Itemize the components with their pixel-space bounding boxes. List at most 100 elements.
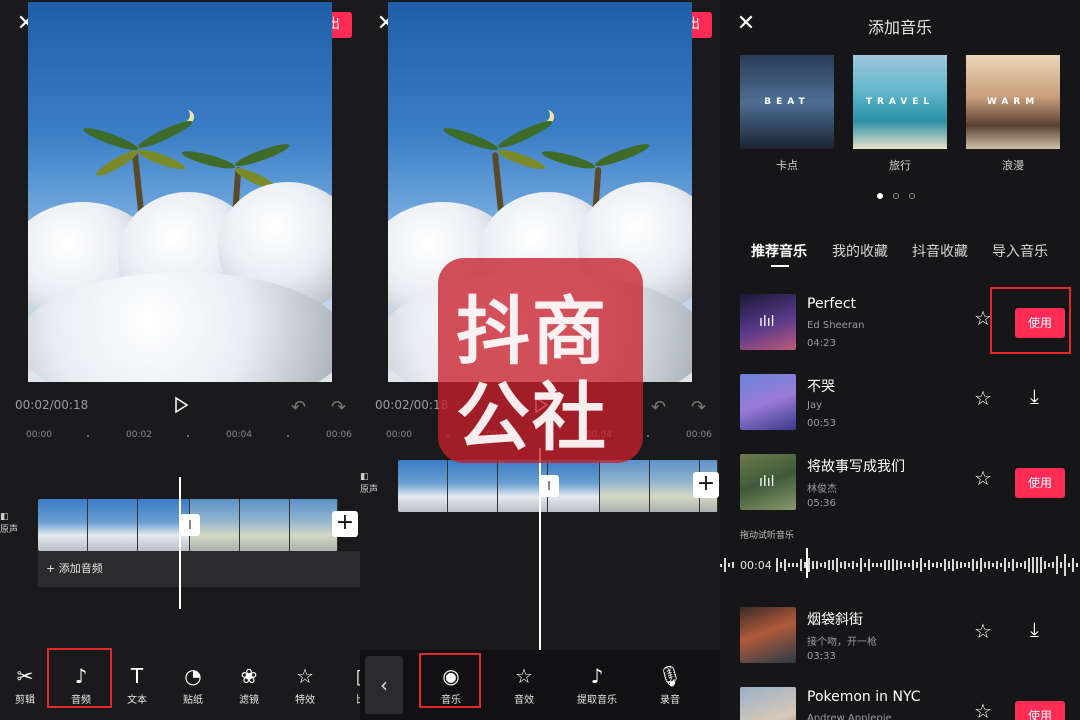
scissors-icon: ✂ bbox=[16, 664, 34, 688]
waveform-bar bbox=[876, 562, 878, 568]
tiktok-icon: ♪ bbox=[590, 664, 604, 688]
star-icon[interactable]: ☆ bbox=[974, 619, 992, 643]
audio-toolbar-item-1[interactable]: ☆ 音效 bbox=[501, 665, 547, 706]
waveform-bar bbox=[1048, 563, 1050, 567]
waveform-bar bbox=[1056, 556, 1058, 574]
waveform-cursor[interactable] bbox=[806, 548, 808, 578]
toolbar-item-1[interactable]: ♪ 音频 bbox=[58, 665, 104, 706]
toolbar-item-2[interactable]: T 文本 bbox=[114, 665, 160, 706]
use-button[interactable]: 使用 bbox=[1015, 701, 1065, 720]
download-icon[interactable]: ⤓ bbox=[1030, 617, 1039, 641]
audio-waveform[interactable] bbox=[720, 552, 1080, 578]
song-artist: 林俊杰 bbox=[807, 484, 837, 495]
equalizer-icon: ılıl bbox=[759, 474, 775, 490]
toolbar-item-4[interactable]: ❀ 滤镜 bbox=[226, 665, 272, 706]
audio-toolbar-item-2[interactable]: ♪ 提取音乐 bbox=[574, 665, 620, 706]
song-cover[interactable]: ılıl bbox=[740, 454, 796, 510]
category-travel[interactable]: TRAVEL 旅行 bbox=[853, 55, 947, 173]
waveform-bar bbox=[988, 561, 990, 569]
add-clip-button[interactable]: + bbox=[332, 511, 358, 537]
toolbar-item-6[interactable]: ▯比 bbox=[338, 665, 360, 706]
toolbar-item-0[interactable]: ✂ 剪辑 bbox=[2, 665, 48, 706]
timecode: 00:02/00:18 bbox=[15, 398, 89, 412]
waveform-bar bbox=[952, 558, 954, 572]
use-button[interactable]: 使用 bbox=[1015, 468, 1065, 498]
toolbar-label: 文本 bbox=[127, 695, 147, 706]
back-chevron-icon[interactable]: ‹ bbox=[365, 656, 403, 714]
waveform-bar bbox=[1004, 557, 1006, 573]
tab-import[interactable]: 导入音乐 bbox=[992, 241, 1048, 261]
song-cover[interactable]: ılıl bbox=[740, 294, 796, 350]
pager-dot[interactable] bbox=[893, 193, 899, 199]
toolbar-item-5[interactable]: ☆ 特效 bbox=[282, 665, 328, 706]
song-row[interactable]: 烟袋斜街 接个吻，开一枪 03:33 ☆ ⤓ bbox=[720, 603, 1080, 673]
toolbar-label: 音频 bbox=[71, 695, 91, 706]
waveform-bar bbox=[900, 561, 902, 569]
waveform-bar bbox=[960, 562, 962, 568]
waveform-bar bbox=[912, 559, 914, 571]
song-cover[interactable] bbox=[740, 687, 796, 720]
playhead[interactable] bbox=[179, 477, 181, 609]
waveform-bar bbox=[824, 561, 826, 569]
waveform-bar bbox=[840, 561, 842, 569]
song-cover[interactable] bbox=[740, 607, 796, 663]
clip-split-handle[interactable]: I bbox=[539, 475, 559, 497]
audio-toolbar-item-0[interactable]: ◉ 音乐 bbox=[428, 665, 474, 706]
waveform-bar bbox=[852, 561, 854, 569]
waveform-bar bbox=[860, 557, 862, 573]
audio-toolbar-item-3[interactable]: 🎙 录音 bbox=[647, 665, 693, 706]
tab-favorites[interactable]: 我的收藏 bbox=[832, 241, 888, 261]
waveform-bar bbox=[1032, 556, 1034, 574]
waveform-bar bbox=[904, 562, 906, 568]
pager-dot[interactable] bbox=[909, 193, 915, 199]
add-audio-track[interactable]: + 添加音频 bbox=[38, 551, 360, 587]
star-icon[interactable]: ☆ bbox=[974, 699, 992, 720]
waveform-bar bbox=[800, 558, 802, 572]
drag-hint: 拖动试听音乐 bbox=[740, 531, 795, 541]
waveform-bar bbox=[1064, 553, 1066, 577]
waveform-bar bbox=[920, 557, 922, 573]
playhead[interactable] bbox=[539, 448, 541, 650]
waveform-bar bbox=[924, 563, 926, 567]
undo-icon[interactable]: ↶ bbox=[651, 397, 666, 418]
effects-icon: ☆ bbox=[296, 664, 314, 688]
download-icon[interactable]: ⤓ bbox=[1030, 384, 1039, 408]
add-clip-button[interactable]: + bbox=[693, 472, 719, 498]
waveform-bar bbox=[964, 562, 966, 568]
category-beat[interactable]: BEAT 卡点 bbox=[740, 55, 834, 173]
tab-recommended[interactable]: 推荐音乐 bbox=[751, 241, 807, 261]
toolbar-label: 音乐 bbox=[441, 695, 461, 706]
waveform-bar bbox=[896, 559, 898, 571]
redo-icon[interactable]: ↷ bbox=[331, 397, 346, 418]
pager-dot[interactable] bbox=[877, 193, 883, 199]
star-icon[interactable]: ☆ bbox=[974, 386, 992, 410]
undo-icon[interactable]: ↶ bbox=[291, 397, 306, 418]
ruler-tick: 00:06 bbox=[326, 430, 352, 440]
song-row[interactable]: Pokemon in NYC Andrew Applepie ☆ 使用 bbox=[720, 683, 1080, 720]
song-cover[interactable] bbox=[740, 374, 796, 430]
waveform-bar bbox=[944, 558, 946, 572]
redo-icon[interactable]: ↷ bbox=[691, 397, 706, 418]
ruler-tick: 00:00 bbox=[26, 430, 52, 440]
tab-douyin-favorites[interactable]: 抖音收藏 bbox=[912, 241, 968, 261]
clip-split-handle[interactable]: I bbox=[180, 514, 200, 536]
waveform-bar bbox=[812, 561, 814, 569]
song-row[interactable]: 不哭 Jay 00:53 ☆ ⤓ bbox=[720, 370, 1080, 440]
toolbar-label: 剪辑 bbox=[15, 695, 35, 706]
song-row[interactable]: ılıl 将故事写成我们 林俊杰 05:36 ☆ 使用 bbox=[720, 450, 1080, 520]
waveform-bar bbox=[856, 563, 858, 567]
waveform-bar bbox=[948, 560, 950, 570]
waveform-bar bbox=[1000, 563, 1002, 567]
mute-toggle[interactable]: ◧ 原声 bbox=[0, 512, 18, 535]
highlight-use-button bbox=[990, 287, 1071, 354]
text-icon: T bbox=[130, 664, 144, 688]
waveform-bar bbox=[720, 563, 722, 567]
toolbar-item-3[interactable]: ◔ 贴纸 bbox=[170, 665, 216, 706]
mute-toggle[interactable]: ◧ 原声 bbox=[360, 472, 378, 495]
waveform-bar bbox=[780, 562, 782, 568]
play-icon[interactable] bbox=[172, 396, 190, 414]
waveform-bar bbox=[872, 562, 874, 568]
star-icon[interactable]: ☆ bbox=[974, 466, 992, 490]
category-warm[interactable]: WARM 浪漫 bbox=[966, 55, 1060, 173]
video-preview[interactable] bbox=[28, 2, 332, 382]
